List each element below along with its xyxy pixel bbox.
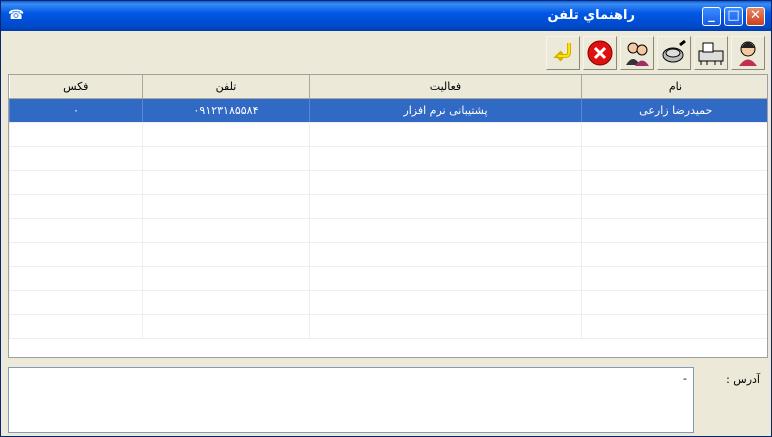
cell-activity[interactable]: پشتیبانی نرم افزار bbox=[309, 98, 582, 123]
address-field[interactable]: - bbox=[8, 367, 694, 433]
table-row[interactable] bbox=[9, 146, 767, 171]
table-row[interactable] bbox=[9, 242, 767, 267]
contacts-grid[interactable]: نام فعاليت تلفن فکس حمیدرضا زارعی پشتیبا… bbox=[8, 74, 768, 358]
address-label: آدرس : bbox=[726, 373, 760, 386]
group-button[interactable] bbox=[620, 36, 654, 70]
delete-icon bbox=[587, 40, 613, 66]
column-header-fax[interactable]: فکس bbox=[9, 75, 143, 99]
table-row[interactable] bbox=[9, 194, 767, 219]
cell-phone[interactable]: ۰۹۱۲۳۱۸۵۵۸۴ bbox=[142, 98, 310, 123]
toolbar bbox=[546, 36, 765, 72]
table-row[interactable] bbox=[9, 122, 767, 147]
group-icon bbox=[626, 42, 649, 66]
main-window: ☎ راهنماي تلفن _ □ ✕ نام فعاليت تلفن فکس… bbox=[0, 0, 772, 437]
column-header-name[interactable]: نام bbox=[581, 75, 767, 99]
close-button[interactable]: ✕ bbox=[746, 7, 765, 26]
contacts-table: نام فعاليت تلفن فکس حمیدرضا زارعی پشتیبا… bbox=[9, 75, 767, 339]
maximize-button[interactable]: □ bbox=[724, 7, 743, 26]
address-section: - آدرس : bbox=[8, 367, 768, 433]
title-bar[interactable]: ☎ راهنماي تلفن _ □ ✕ bbox=[1, 1, 771, 31]
window-title: راهنماي تلفن bbox=[547, 8, 635, 23]
printer-icon bbox=[698, 42, 724, 65]
table-header: نام فعاليت تلفن فکس bbox=[9, 75, 767, 99]
delete-button[interactable] bbox=[583, 36, 617, 70]
cell-name[interactable]: حمیدرضا زارعی bbox=[581, 98, 767, 123]
table-row[interactable] bbox=[9, 290, 767, 315]
exit-icon bbox=[553, 43, 571, 62]
print-button[interactable] bbox=[694, 36, 728, 70]
table-row[interactable] bbox=[9, 218, 767, 243]
column-header-activity[interactable]: فعاليت bbox=[309, 75, 582, 99]
search-icon bbox=[662, 39, 686, 63]
table-row[interactable] bbox=[9, 314, 767, 339]
minimize-button[interactable]: _ bbox=[702, 7, 721, 26]
search-button[interactable] bbox=[657, 36, 691, 70]
column-header-phone[interactable]: تلفن bbox=[142, 75, 310, 99]
exit-button[interactable] bbox=[546, 36, 580, 70]
table-row[interactable]: حمیدرضا زارعی پشتیبانی نرم افزار ۰۹۱۲۳۱۸… bbox=[9, 98, 767, 123]
cell-fax[interactable]: ۰ bbox=[9, 98, 143, 123]
address-value: - bbox=[683, 372, 687, 385]
table-row[interactable] bbox=[9, 170, 767, 195]
person-icon bbox=[739, 41, 757, 66]
person-button[interactable] bbox=[731, 36, 765, 70]
app-icon[interactable]: ☎ bbox=[8, 8, 24, 24]
table-row[interactable] bbox=[9, 266, 767, 291]
